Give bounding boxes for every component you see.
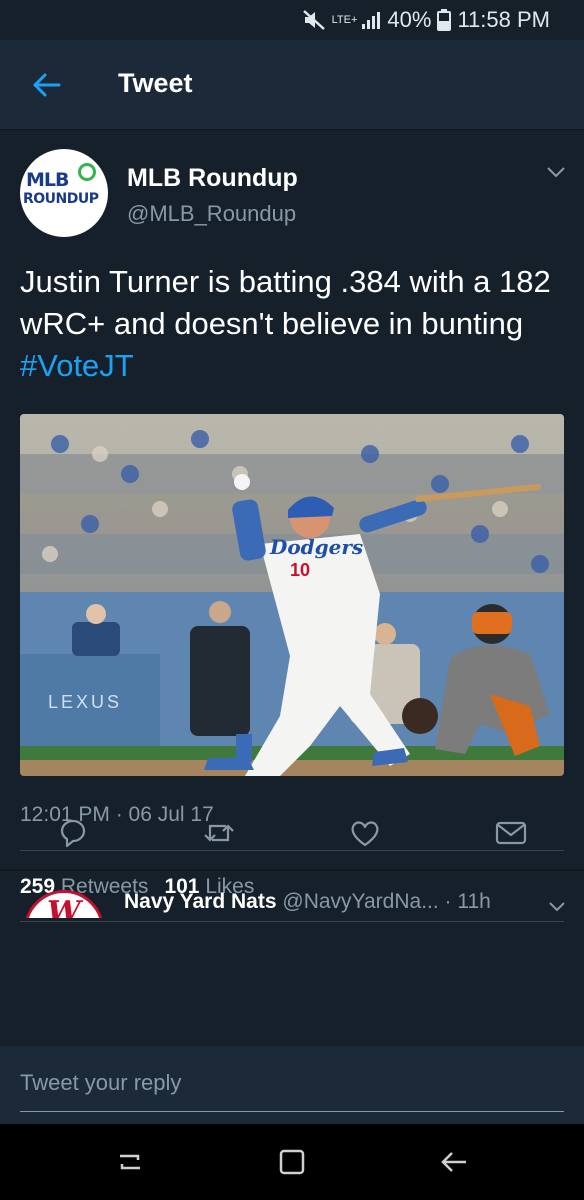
page-title: Tweet (118, 68, 193, 98)
author-name[interactable]: MLB Roundup (127, 164, 298, 193)
reply-age: · 11h (444, 890, 491, 913)
reply-author-line: Navy Yard Nats @NavyYardNa... · 11h (124, 890, 491, 914)
reply-author-handle[interactable]: @NavyYardNa... (282, 890, 438, 913)
reply-input[interactable] (20, 1066, 564, 1112)
divider (20, 921, 564, 922)
back-arrow-icon[interactable] (30, 68, 64, 102)
lexus-ad-text: LEXUS (48, 692, 122, 712)
reply-composer (0, 1046, 584, 1124)
clock: 11:58 PM (457, 7, 550, 32)
jersey-number-text: 10 (290, 560, 310, 580)
reply-icon[interactable] (56, 816, 90, 850)
tweet-text: Justin Turner is batting .384 with a 182… (20, 261, 568, 387)
battery-icon (437, 9, 452, 31)
system-nav-bar (0, 1124, 584, 1200)
reply-avatar[interactable]: W (24, 890, 104, 918)
hashtag-link[interactable]: #VoteJT (20, 348, 134, 383)
baseball-icon (78, 163, 96, 181)
retweet-icon[interactable] (202, 816, 236, 850)
app-header: Tweet (0, 40, 584, 130)
mute-icon (302, 9, 326, 31)
recent-apps-icon[interactable] (112, 1144, 148, 1180)
status-bar: LTE+ 40% 11:58 PM (0, 0, 584, 40)
chevron-down-icon[interactable] (546, 165, 566, 179)
avatar-logo-subtext: ROUNDUP (23, 191, 99, 207)
like-heart-icon[interactable] (348, 816, 382, 850)
reply-tweet[interactable]: W Navy Yard Nats @NavyYardNa... · 11h (0, 872, 584, 918)
tweet-actions (0, 810, 584, 870)
tweet-body: Justin Turner is batting .384 with a 182… (20, 264, 551, 341)
direct-message-icon[interactable] (494, 816, 528, 850)
jersey-team-text: Dodgers (269, 535, 363, 559)
home-icon[interactable] (274, 1144, 310, 1180)
system-back-icon[interactable] (436, 1144, 472, 1180)
author-avatar[interactable]: MLB ROUNDUP (20, 149, 108, 237)
author-handle[interactable]: @MLB_Roundup (127, 201, 296, 227)
tweet-photo[interactable]: LEXUS Dodgers 10 (20, 414, 564, 776)
network-type: LTE+ (331, 14, 358, 26)
nationals-logo-text: W (47, 895, 81, 918)
reply-author-name[interactable]: Navy Yard Nats (124, 890, 277, 913)
battery-percent: 40% (387, 7, 432, 32)
avatar-logo-text: MLB (26, 169, 69, 191)
signal-icon (361, 10, 381, 30)
thread-separator (0, 869, 584, 871)
chevron-down-icon[interactable] (548, 900, 566, 912)
